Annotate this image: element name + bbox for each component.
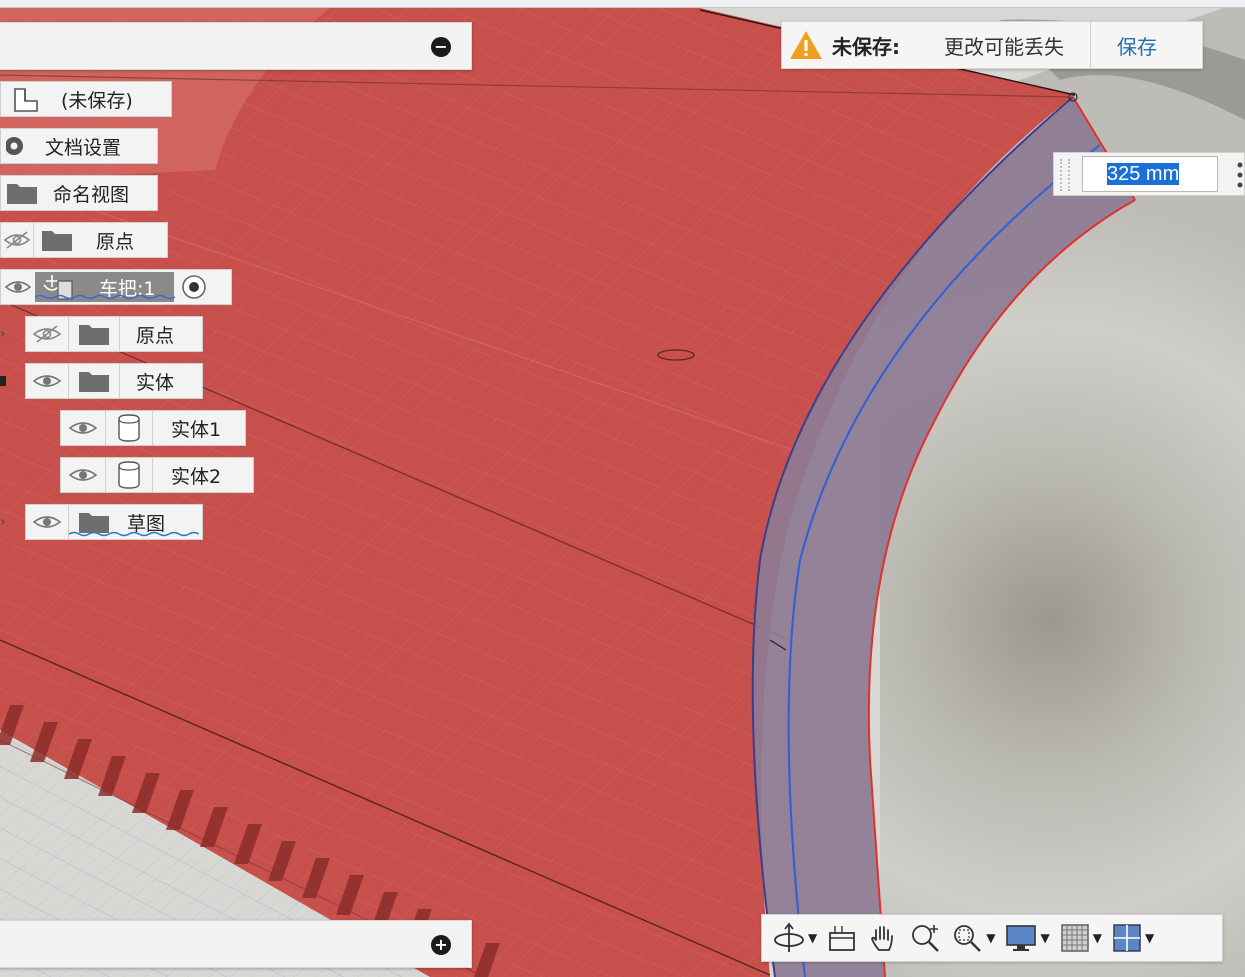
component-origin-label: 原点	[136, 324, 175, 347]
browser-component-node[interactable]: 车把:1	[0, 269, 232, 305]
visibility-on-icon[interactable]	[26, 512, 68, 532]
document-label: (未保存)	[61, 89, 133, 112]
body2-label: 实体2	[171, 465, 222, 488]
folder-icon	[69, 323, 119, 345]
chevron-down-icon[interactable]: ▼	[1040, 931, 1049, 945]
dimension-input-box[interactable]: 325 mm	[1053, 152, 1245, 196]
browser-named-views[interactable]: 命名视图	[0, 175, 158, 211]
folder-icon	[69, 370, 119, 392]
navigation-toolbar: ▼ ▼ ▼ ▼ ▼	[761, 914, 1223, 962]
browser-body-2[interactable]: 实体2	[60, 457, 254, 493]
grid-settings-tool[interactable]: ▼	[1055, 914, 1107, 962]
folder-icon	[34, 229, 80, 251]
folder-icon	[1, 182, 43, 204]
visibility-on-icon[interactable]	[1, 277, 35, 297]
browser-sketches-folder[interactable]: 草图	[25, 504, 203, 540]
window-top-edge	[0, 0, 1245, 8]
collapse-button[interactable]: −	[431, 37, 451, 57]
display-settings-tool[interactable]: ▼	[1000, 914, 1054, 962]
unsaved-title: 未保存:	[832, 34, 900, 59]
body1-label: 实体1	[171, 418, 222, 441]
viewports-icon	[1112, 923, 1142, 953]
browser-origin[interactable]: 原点	[0, 222, 168, 258]
expand-button[interactable]: +	[431, 935, 451, 955]
viewports-tool[interactable]: ▼	[1107, 914, 1159, 962]
active-component-highlight: 车把:1	[35, 272, 175, 302]
more-options-icon[interactable]	[1236, 161, 1244, 189]
activate-radio-icon[interactable]	[174, 274, 214, 300]
zoom-tool[interactable]	[904, 914, 946, 962]
fit-tool[interactable]: ▼	[946, 914, 1000, 962]
expand-chevron-icon[interactable]: ›	[0, 514, 6, 530]
rename-squiggle	[35, 294, 175, 300]
visibility-on-icon[interactable]	[61, 465, 105, 485]
folder-icon	[69, 511, 119, 533]
visibility-off-icon[interactable]	[26, 324, 68, 344]
grid-icon	[1060, 923, 1090, 953]
visibility-on-icon[interactable]	[26, 371, 68, 391]
warning-icon	[788, 29, 824, 61]
pan-tool[interactable]	[862, 914, 904, 962]
zoom-icon	[909, 922, 941, 954]
fit-icon	[951, 922, 983, 954]
dimension-input[interactable]: 325 mm	[1082, 156, 1218, 192]
comments-panel[interactable]: +	[0, 920, 472, 968]
look-at-icon	[827, 923, 857, 953]
orbit-icon	[773, 922, 805, 954]
warning-squiggle	[69, 531, 199, 537]
unsaved-banner: 未保存: 更改可能丢失 保存	[781, 21, 1203, 69]
chevron-down-icon[interactable]: ▼	[1145, 931, 1154, 945]
origin-label: 原点	[96, 230, 135, 253]
chevron-down-icon[interactable]: ▼	[986, 931, 995, 945]
pan-icon	[867, 922, 899, 954]
visibility-off-icon[interactable]	[1, 230, 33, 250]
document-component-icon	[1, 85, 51, 113]
expand-chevron-icon[interactable]: ›	[0, 326, 6, 342]
look-at-tool[interactable]	[822, 914, 862, 962]
document-settings-label: 文档设置	[45, 136, 122, 159]
chevron-down-icon[interactable]: ▼	[808, 931, 817, 945]
browser-body-1[interactable]: 实体1	[60, 410, 246, 446]
browser-component-origin[interactable]: 原点	[25, 316, 203, 352]
expanded-marker-icon[interactable]	[0, 376, 6, 386]
drag-handle-icon[interactable]	[1060, 159, 1070, 191]
browser-document-node[interactable]: (未保存)	[0, 81, 172, 117]
browser-header-panel[interactable]: −	[0, 22, 472, 70]
display-icon	[1005, 923, 1037, 953]
solid-body-icon	[106, 461, 152, 489]
save-link[interactable]: 保存	[1117, 31, 1157, 60]
bodies-label: 实体	[136, 371, 175, 394]
browser-document-settings[interactable]: 文档设置	[0, 128, 158, 164]
named-views-label: 命名视图	[53, 183, 130, 206]
visibility-on-icon[interactable]	[61, 418, 105, 438]
solid-body-icon	[106, 414, 152, 442]
gear-icon	[1, 134, 35, 158]
orbit-tool[interactable]: ▼	[768, 914, 822, 962]
chevron-down-icon[interactable]: ▼	[1093, 931, 1102, 945]
unsaved-message: 更改可能丢失	[944, 34, 1064, 59]
browser-bodies-folder[interactable]: 实体	[25, 363, 203, 399]
